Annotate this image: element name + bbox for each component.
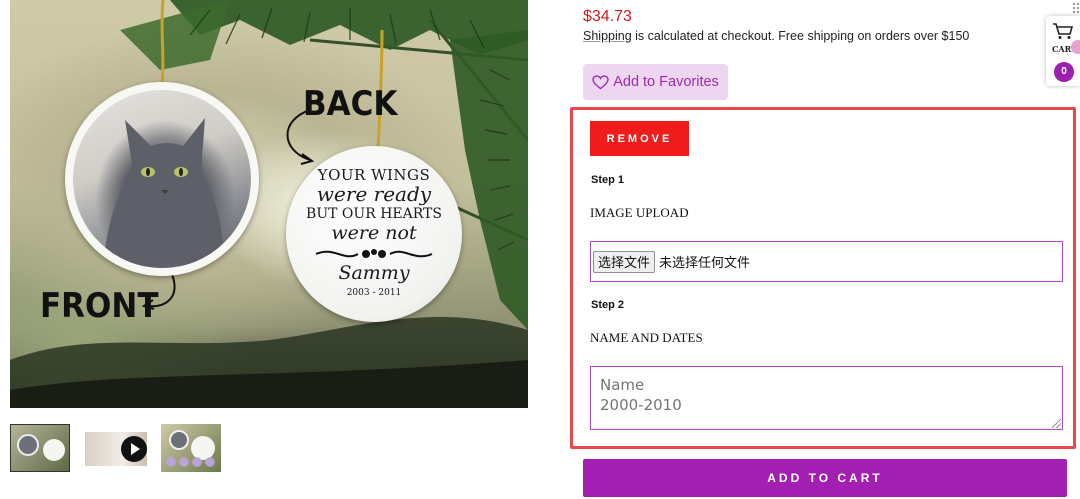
- heart-icon: [592, 74, 609, 89]
- remove-button[interactable]: REMOVE: [590, 121, 689, 156]
- chat-bubble-icon[interactable]: [1071, 40, 1080, 54]
- favorites-label: Add to Favorites: [613, 74, 719, 90]
- cart-count-badge: 0: [1054, 62, 1074, 82]
- add-to-cart-button[interactable]: ADD TO CART: [583, 459, 1067, 497]
- ornament-text-line: BUT OUR HEARTS: [306, 206, 442, 222]
- thumb-variant-dots: [165, 456, 217, 468]
- product-main-image[interactable]: YOUR WINGS were ready BUT OUR HEARTS wer…: [10, 0, 528, 408]
- step-2-label: Step 2: [591, 299, 625, 311]
- ornament-text-line: 2003 - 2011: [346, 288, 402, 298]
- thumbnail-front-back[interactable]: [10, 424, 70, 472]
- ornament-back: YOUR WINGS were ready BUT OUR HEARTS wer…: [286, 146, 462, 322]
- ornament-front: [65, 82, 259, 276]
- textarea-resize-handle[interactable]: [1052, 419, 1061, 428]
- shipping-text: is calculated at checkout. Free shipping…: [631, 29, 970, 43]
- name-dates-label: NAME AND DATES: [590, 330, 703, 345]
- add-to-favorites-button[interactable]: Add to Favorites: [583, 64, 728, 100]
- cat-illustration: [103, 118, 225, 268]
- cat-photo: [73, 90, 251, 268]
- shipping-info: Shipping is calculated at checkout. Free…: [583, 29, 969, 43]
- step-1-label: Step 1: [591, 174, 625, 186]
- choose-file-button[interactable]: 选择文件: [593, 250, 656, 273]
- front-label: FRONT: [40, 286, 159, 326]
- thumb-ornament-front: [169, 430, 189, 450]
- shopping-cart-icon: [1053, 23, 1074, 39]
- thumbnail-variants[interactable]: [161, 424, 221, 472]
- ornament-text-line: Sammy: [338, 262, 410, 284]
- back-label: BACK: [303, 84, 398, 124]
- thumbnail-video[interactable]: [85, 432, 147, 466]
- play-icon: [121, 436, 147, 462]
- image-upload-label: IMAGE UPLOAD: [590, 205, 689, 220]
- grid-dots-icon: [1072, 2, 1079, 13]
- thumb-ornament-front: [17, 434, 39, 456]
- ornament-text-line: were not: [331, 222, 417, 244]
- ornament-text-line: were ready: [316, 182, 432, 206]
- file-status-text: 未选择任何文件: [659, 256, 751, 271]
- image-upload-field: 选择文件 未选择任何文件: [590, 241, 1063, 282]
- paw-heart-divider-icon: [315, 249, 433, 258]
- shipping-link[interactable]: Shipping: [583, 29, 632, 43]
- product-price: $34.73: [583, 8, 632, 25]
- thumb-ornament-back: [43, 439, 65, 461]
- name-dates-input[interactable]: [590, 366, 1063, 430]
